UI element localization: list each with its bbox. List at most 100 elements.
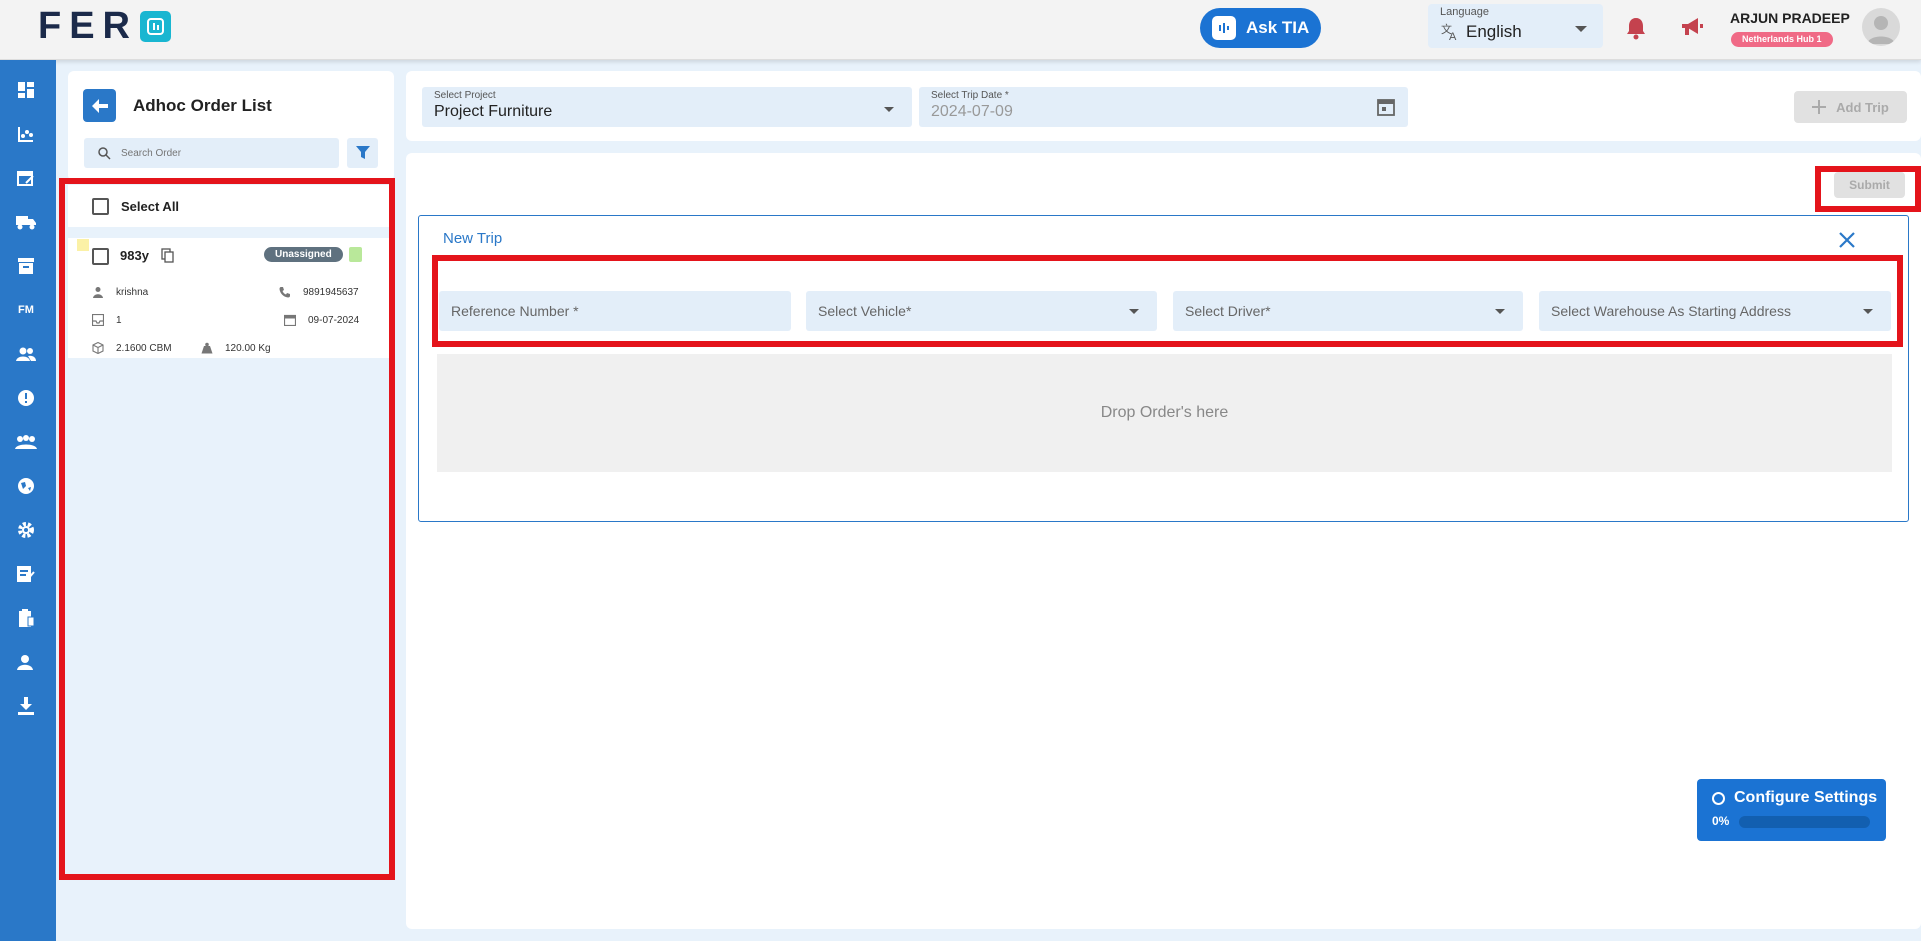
project-select[interactable]: Select Project Project Furniture: [422, 87, 912, 127]
order-checkbox[interactable]: [92, 248, 109, 265]
cube-icon: [92, 342, 104, 354]
user-badge-icon[interactable]: [15, 651, 37, 673]
copy-icon[interactable]: [161, 248, 175, 268]
project-bar: Select Project Project Furniture Select …: [406, 71, 1921, 141]
hub-badge: Netherlands Hub 1: [1731, 32, 1833, 47]
logo-text: FER: [38, 4, 138, 47]
language-select[interactable]: Language 文A English: [1428, 4, 1603, 48]
download-icon[interactable]: [15, 695, 37, 717]
archive-icon[interactable]: [15, 255, 37, 277]
order-volume: 2.1600 CBM: [116, 342, 172, 354]
calendar-edit-icon[interactable]: [15, 167, 37, 189]
phone-row: 9891945637: [279, 286, 359, 298]
vehicle-placeholder: Select Vehicle*: [818, 303, 912, 319]
truck-icon[interactable]: [15, 211, 37, 233]
customer-name: krishna: [116, 286, 149, 298]
back-button[interactable]: [83, 89, 116, 122]
status-badge: Unassigned: [264, 247, 343, 262]
close-icon[interactable]: [1839, 232, 1855, 253]
status-indicator: [349, 247, 362, 262]
avatar[interactable]: [1862, 8, 1900, 46]
clipboard-icon[interactable]: [15, 607, 37, 629]
search-input[interactable]: [121, 147, 321, 159]
weight-icon: [201, 342, 213, 354]
ask-tia-label: Ask TIA: [1246, 18, 1310, 37]
volume-row: 2.1600 CBM: [92, 342, 172, 354]
vehicle-select[interactable]: Select Vehicle*: [806, 291, 1157, 331]
calendar-icon[interactable]: [1376, 97, 1396, 122]
language-label: Language: [1440, 6, 1489, 18]
notification-bell-icon[interactable]: [1625, 16, 1647, 45]
new-trip-card: New Trip Reference Number * Select Vehic…: [418, 215, 1909, 522]
page-title: Adhoc Order List: [133, 96, 272, 115]
globe-icon[interactable]: [15, 475, 37, 497]
person-icon: [93, 287, 103, 298]
ask-tia-button[interactable]: Ask TIA: [1200, 8, 1321, 48]
phone-icon: [279, 287, 290, 298]
select-all-row[interactable]: Select All: [68, 185, 394, 227]
chevron-down-icon: [1129, 309, 1139, 314]
select-all-checkbox[interactable]: [92, 197, 109, 215]
language-value: English: [1466, 22, 1522, 41]
info-icon[interactable]: [15, 387, 37, 409]
progress-bar: [1739, 816, 1870, 828]
translate-icon: 文A: [1441, 22, 1457, 42]
add-trip-label: Add Trip: [1836, 99, 1889, 115]
date-row: 09-07-2024: [284, 314, 359, 326]
add-trip-button[interactable]: Add Trip: [1794, 91, 1907, 123]
top-bar: FER Ask TIA Language 文A English ARJUN PR…: [0, 0, 1921, 60]
logo-mark-icon: [140, 10, 171, 42]
configure-settings-widget[interactable]: Configure Settings 0%: [1697, 779, 1886, 841]
order-drop-zone[interactable]: Drop Order's here: [437, 354, 1892, 472]
order-weight: 120.00 Kg: [225, 342, 271, 354]
driver-select[interactable]: Select Driver*: [1173, 291, 1523, 331]
trip-date-label: Select Trip Date *: [931, 90, 1009, 101]
order-quantity: 1: [116, 314, 122, 326]
trip-date-value: 2024-07-09: [931, 103, 1013, 120]
report-edit-icon[interactable]: [15, 563, 37, 585]
search-icon: [98, 146, 111, 160]
calendar-icon: [284, 314, 296, 326]
driver-placeholder: Select Driver*: [1185, 303, 1271, 319]
arrow-left-icon: [91, 98, 108, 113]
order-id: 983y: [120, 248, 149, 263]
progress-label: 0%: [1712, 814, 1730, 828]
chevron-down-icon: [1495, 309, 1505, 314]
customer-row: krishna: [92, 286, 148, 298]
group-icon[interactable]: [15, 431, 37, 453]
submit-button[interactable]: Submit: [1834, 172, 1905, 198]
chevron-down-icon: [1863, 309, 1873, 314]
dashboard-icon[interactable]: [15, 79, 37, 101]
warehouse-select[interactable]: Select Warehouse As Starting Address: [1539, 291, 1891, 331]
users-icon[interactable]: [15, 343, 37, 365]
analytics-icon[interactable]: [15, 123, 37, 145]
order-panel-header: Adhoc Order List: [68, 71, 394, 181]
fm-icon[interactable]: FM: [15, 299, 37, 321]
app-logo[interactable]: FER: [38, 4, 171, 47]
chevron-down-icon: [884, 107, 894, 112]
warehouse-placeholder: Select Warehouse As Starting Address: [1551, 303, 1791, 319]
filter-icon: [355, 146, 370, 159]
reference-number-field[interactable]: Reference Number *: [439, 291, 791, 331]
trip-title: New Trip: [443, 230, 503, 247]
megaphone-icon[interactable]: [1680, 16, 1704, 43]
trip-date-field[interactable]: Select Trip Date * 2024-07-09: [919, 87, 1408, 127]
search-box[interactable]: [84, 138, 339, 168]
filter-button[interactable]: [347, 138, 378, 168]
circle-icon: [1712, 791, 1725, 805]
configure-title-row: Configure Settings: [1712, 789, 1877, 807]
select-all-label: Select All: [121, 198, 180, 214]
order-date: 09-07-2024: [308, 314, 360, 326]
phone-number: 9891945637: [303, 286, 359, 298]
gear-icon[interactable]: [15, 519, 37, 541]
configure-title: Configure Settings: [1734, 789, 1878, 806]
order-list: Select All 983y Unassigned krishna 98919…: [68, 185, 394, 941]
sidebar: FM: [0, 60, 56, 941]
plus-icon: [1812, 100, 1827, 114]
weight-row: 120.00 Kg: [201, 342, 271, 354]
user-name: ARJUN PRADEEP: [1730, 10, 1850, 26]
chevron-down-icon: [1575, 26, 1587, 32]
inbox-icon: [92, 314, 104, 326]
trip-planner-area: Submit New Trip Reference Number * Selec…: [406, 153, 1921, 929]
list-item[interactable]: 983y Unassigned krishna 9891945637 1 09-…: [68, 238, 394, 358]
